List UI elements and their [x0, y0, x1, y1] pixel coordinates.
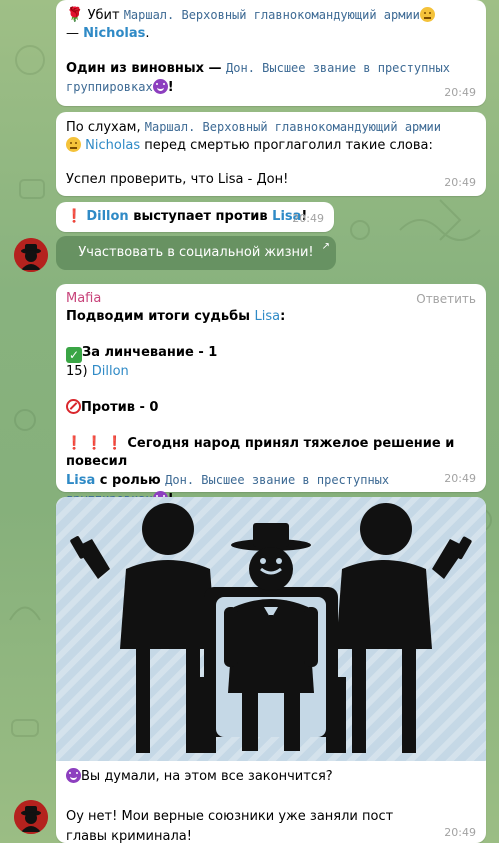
dash-text: — — [66, 26, 79, 41]
voter-number: 15) — [66, 364, 92, 379]
message-time: 20:49 — [444, 826, 476, 839]
message-bubble-4: Mafia Ответить Подводим итоги судьбы Lis… — [56, 284, 486, 507]
gangster-avatar-icon — [14, 238, 48, 272]
participate-button-label: Участвовать в социальной жизни! — [78, 245, 314, 260]
message-time: 20:49 — [444, 176, 476, 189]
external-link-icon: ↗ — [321, 241, 330, 252]
message-bubble-3: ❗ Dillon выступает против Lisa! 20:49 — [56, 202, 334, 232]
message-2-line-3: Успел проверить, что Lisa - Дон! — [66, 172, 289, 187]
bot-avatar[interactable] — [14, 238, 48, 272]
player-link-dillon[interactable]: Dillon — [92, 364, 129, 379]
message-bubble-5: Вы думали, на этом все закончится? Оу не… — [56, 497, 486, 843]
gangster-avatar-icon — [14, 800, 48, 834]
summary-prefix: Подводим итоги судьбы — [66, 309, 255, 324]
last-words-text: перед смертью проглаголил такие слова: — [140, 138, 433, 153]
verdict-text: Сегодня народ принял тяжелое решение и п… — [66, 436, 455, 469]
role-marshal-text: Маршал. Верховный главнокомандующий арми… — [123, 8, 420, 22]
mafia-boss-image[interactable] — [56, 497, 486, 761]
message-time: 20:49 — [292, 212, 324, 225]
player-link-lisa[interactable]: Lisa — [255, 309, 281, 324]
no-entry-icon — [66, 399, 81, 414]
message-5-line-1: Вы думали, на этом все закончится? — [66, 767, 476, 787]
exclamation-icon: ❗ — [66, 436, 83, 451]
message-1-line-3: Один из виновных — Дон. Высшее звание в … — [66, 59, 476, 97]
devil-icon — [152, 79, 168, 94]
message-5-line-2: Оу нет! Мои верные союзники уже заняли п… — [66, 809, 394, 843]
exclamation-icon: ❗ — [86, 436, 103, 451]
devil-icon — [66, 768, 81, 783]
message-bubble-1: 🌹 Убит Маршал. Верховный главнокомандующ… — [56, 0, 486, 106]
reply-button[interactable]: Ответить — [416, 290, 476, 308]
message-4-line-1: Подводим итоги судьбы Lisa: — [66, 308, 476, 326]
message-2-line-2: Nicholas перед смертью проглаголил такие… — [66, 137, 476, 155]
exclamation-text: ! — [167, 80, 174, 95]
message-bubble-2: По слухам, Маршал. Верховный главнокоман… — [56, 112, 486, 196]
participate-button[interactable]: Участвовать в социальной жизни! ↗ — [56, 236, 336, 270]
check-icon: ✓ — [66, 347, 82, 363]
vote-for-label: За линчевание - 1 — [82, 345, 218, 360]
player-link-nicholas[interactable]: Nicholas — [83, 26, 145, 41]
vote-against-line: Против - 0 — [66, 399, 476, 417]
role-marshal-text: Маршал. Верховный главнокомандующий арми… — [144, 120, 441, 134]
message-1-line-2: — Nicholas. — [66, 25, 476, 43]
exclamation-icon: ❗ — [106, 436, 123, 451]
mafia-illustration — [70, 503, 472, 753]
period-text: . — [145, 26, 150, 41]
role-prefix: с ролью — [95, 473, 166, 488]
sender-name[interactable]: Mafia — [66, 291, 101, 306]
smiley-icon — [419, 7, 435, 22]
smiley-icon — [66, 137, 81, 152]
message-5-text-1: Вы думали, на этом все закончится? — [81, 769, 333, 784]
rose-icon: 🌹 — [66, 7, 84, 23]
message-3-line: ❗ Dillon выступает против Lisa! — [66, 208, 324, 226]
vote-against-label: Против - 0 — [81, 400, 159, 415]
culprit-prefix: Один из виновных — — [66, 61, 227, 76]
exclamation-icon: ❗ — [66, 209, 83, 224]
colon-text: : — [280, 309, 286, 324]
voter-line: 15) Dillon — [66, 363, 476, 381]
message-time: 20:49 — [444, 86, 476, 99]
message-1-line-1: 🌹 Убит Маршал. Верховный главнокомандующ… — [66, 6, 476, 25]
message-2-line-1: По слухам, Маршал. Верховный главнокоман… — [66, 118, 476, 137]
rumor-prefix: По слухам, — [66, 120, 145, 135]
player-link-dillon[interactable]: Dillon — [86, 209, 128, 224]
message-time: 20:49 — [444, 472, 476, 485]
player-link-lisa[interactable]: Lisa — [66, 473, 95, 488]
message-1-prefix: Убит — [87, 8, 120, 23]
verdict-line: ❗ ❗ ❗ Сегодня народ принял тяжелое решен… — [66, 435, 476, 471]
player-link-nicholas[interactable]: Nicholas — [85, 138, 140, 153]
vote-for-line: ✓ За линчевание - 1 — [66, 344, 476, 363]
versus-text: выступает против — [128, 209, 273, 224]
bot-avatar[interactable] — [14, 800, 48, 834]
